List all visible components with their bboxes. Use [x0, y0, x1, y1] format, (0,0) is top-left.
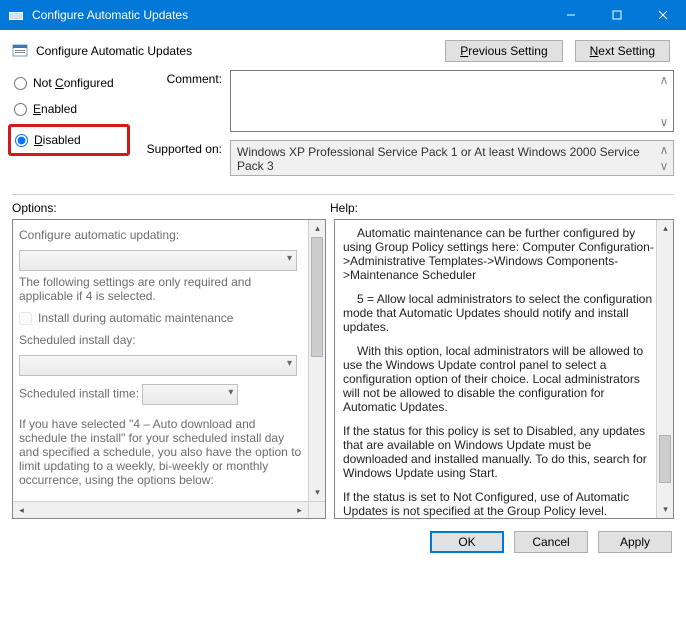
- scheduled-time-combo[interactable]: ▾: [142, 384, 238, 405]
- ok-button[interactable]: OK: [430, 531, 504, 553]
- help-label: Help:: [330, 201, 674, 215]
- options-vscrollbar[interactable]: ▴ ▾: [308, 220, 325, 501]
- help-p2: 5 = Allow local administrators to select…: [343, 292, 655, 334]
- scroll-up-icon[interactable]: ▴: [657, 220, 674, 237]
- scroll-thumb[interactable]: [311, 237, 323, 357]
- help-p4: If the status for this policy is set to …: [343, 424, 655, 480]
- radio-disabled-input[interactable]: [15, 134, 28, 147]
- scroll-down-icon[interactable]: ▾: [657, 501, 674, 518]
- previous-setting-button[interactable]: Previous Setting: [445, 40, 562, 62]
- radio-enabled[interactable]: Enabled: [12, 96, 130, 122]
- scroll-left-icon[interactable]: ◂: [13, 502, 30, 519]
- minimize-button[interactable]: [548, 0, 594, 30]
- scheduled-time-label: Scheduled install time:: [19, 387, 139, 401]
- chevron-down-icon: ▾: [287, 253, 292, 264]
- comment-scroll[interactable]: ∧∨: [657, 73, 671, 129]
- configure-updating-combo[interactable]: ▾: [19, 250, 297, 271]
- options-label: Options:: [12, 201, 330, 215]
- app-icon: [8, 7, 24, 23]
- supported-on-box: Windows XP Professional Service Pack 1 o…: [230, 140, 674, 176]
- install-maintenance-checkbox[interactable]: Install during automatic maintenance: [19, 311, 303, 325]
- titlebar: Configure Automatic Updates: [0, 0, 686, 30]
- scroll-down-icon[interactable]: ▾: [309, 484, 326, 501]
- comment-textarea[interactable]: ∧∨: [230, 70, 674, 132]
- options-paragraph: If you have selected "4 – Auto download …: [19, 417, 303, 487]
- help-p5: If the status is set to Not Configured, …: [343, 490, 655, 519]
- radio-not-configured[interactable]: Not Configured: [12, 70, 130, 96]
- apply-button[interactable]: Apply: [598, 531, 672, 553]
- page-title: Configure Automatic Updates: [36, 44, 192, 58]
- help-panel: Automatic maintenance can be further con…: [334, 219, 674, 519]
- highlight-box: Disabled: [8, 124, 130, 156]
- help-vscrollbar[interactable]: ▴ ▾: [656, 220, 673, 518]
- scheduled-day-label: Scheduled install day:: [19, 333, 303, 347]
- scroll-up-icon[interactable]: ▴: [309, 220, 326, 237]
- supported-label: Supported on:: [142, 140, 230, 156]
- radio-enabled-input[interactable]: [14, 103, 27, 116]
- options-hscrollbar[interactable]: ◂ ▸: [13, 501, 308, 518]
- scheduled-day-combo[interactable]: ▾: [19, 355, 297, 376]
- policy-icon: [12, 43, 28, 59]
- options-required-text: The following settings are only required…: [19, 275, 303, 303]
- supported-scroll[interactable]: ∧∨: [657, 143, 671, 173]
- configure-updating-label: Configure automatic updating:: [19, 228, 303, 242]
- options-panel: Configure automatic updating: ▾ The foll…: [12, 219, 326, 519]
- cancel-button[interactable]: Cancel: [514, 531, 588, 553]
- help-p3: With this option, local administrators w…: [343, 344, 655, 414]
- comment-label: Comment:: [142, 70, 230, 86]
- divider: [12, 194, 674, 195]
- scroll-thumb[interactable]: [659, 435, 671, 483]
- chevron-down-icon: ▾: [287, 358, 292, 369]
- radio-disabled[interactable]: Disabled: [13, 129, 125, 151]
- help-p1: Automatic maintenance can be further con…: [343, 226, 655, 282]
- scroll-right-icon[interactable]: ▸: [291, 502, 308, 519]
- install-maintenance-input[interactable]: [19, 312, 32, 325]
- radio-not-configured-input[interactable]: [14, 77, 27, 90]
- close-button[interactable]: [640, 0, 686, 30]
- titlebar-title: Configure Automatic Updates: [32, 8, 548, 22]
- chevron-down-icon: ▾: [228, 387, 233, 398]
- maximize-button[interactable]: [594, 0, 640, 30]
- supported-on-value: Windows XP Professional Service Pack 1 o…: [237, 145, 640, 173]
- next-setting-button[interactable]: Next Setting: [575, 40, 670, 62]
- scroll-corner: [308, 501, 325, 518]
